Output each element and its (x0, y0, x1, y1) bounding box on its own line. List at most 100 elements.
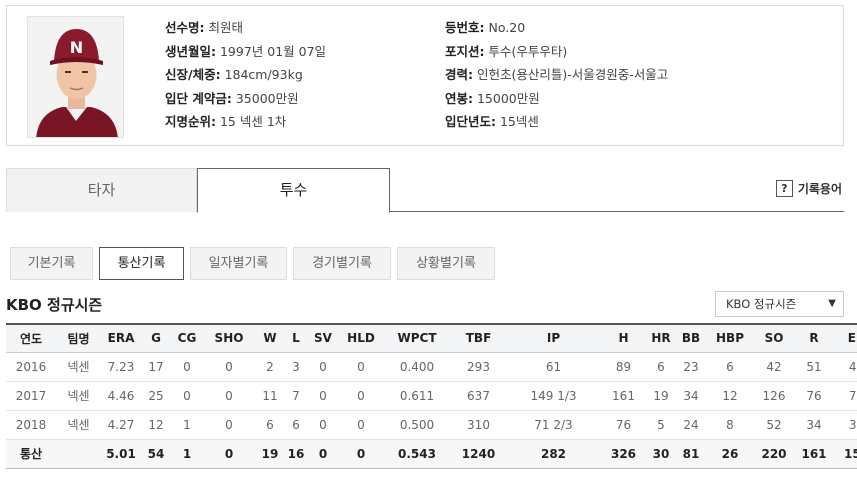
table-cell: 71 2/3 (506, 410, 601, 440)
table-cell: 24 (676, 410, 706, 440)
table-cell: 126 (754, 381, 794, 411)
column-header: 팀명 (56, 323, 101, 353)
season-select[interactable]: KBO 정규시즌 ▼ (715, 291, 844, 317)
table-cell: 0 (171, 352, 203, 382)
table-cell: 310 (451, 410, 506, 440)
table-cell: 19 (255, 439, 285, 469)
table-cell: 0 (203, 439, 255, 469)
column-header: ER (834, 323, 857, 353)
table-cell: 49 (834, 352, 857, 382)
table-row: 2017 넥센 4.46 25 0 0 11 7 0 0 0.611 637 149 1/3 161 19 3… (6, 381, 857, 411)
subtab-career[interactable]: 통산기록 (99, 247, 184, 280)
table-cell: 8 (706, 410, 754, 440)
table-cell: 0 (307, 410, 339, 440)
table-cell: 넥센 (56, 381, 101, 411)
table-cell: 0 (339, 381, 383, 411)
info-height-weight: 신장/체중: 184cm/93kg (165, 67, 303, 82)
glossary-link[interactable]: ? 기록용어 (775, 180, 842, 197)
table-cell: 2017 (6, 381, 56, 411)
table-cell: 61 (506, 352, 601, 382)
table-cell: 0 (339, 410, 383, 440)
table-cell: 293 (451, 352, 506, 382)
table-cell: 637 (451, 381, 506, 411)
season-title: KBO 정규시즌 (6, 296, 103, 314)
table-cell: 149 1/3 (506, 381, 601, 411)
table-cell: 2016 (6, 352, 56, 382)
pitching-stats-table: 연도 팀명 ERA G CG SHO W L SV HLD WPCT TBF IP H HR BB HBP SO R… (6, 323, 857, 469)
info-draft-rank: 지명순위: 15 넥센 1차 (165, 114, 287, 129)
table-cell: 74 (834, 381, 857, 411)
table-cell: 0.611 (383, 381, 451, 411)
tab-hitter[interactable]: 타자 (6, 168, 197, 212)
table-cell: 161 (601, 381, 646, 411)
table-cell: 26 (706, 439, 754, 469)
help-icon: ? (775, 180, 793, 197)
cap-logo: N (70, 38, 83, 57)
subtab-basic[interactable]: 기본기록 (10, 247, 93, 280)
table-row: 2018 넥센 4.27 12 1 0 6 6 0 0 0.500 310 71 2/3 76 5 24 8 52… (6, 410, 857, 440)
column-header: IP (506, 323, 601, 353)
table-cell: 0 (339, 352, 383, 382)
table-cell: 7 (285, 381, 307, 411)
table-cell: 6 (255, 410, 285, 440)
table-cell: 0 (339, 439, 383, 469)
table-cell: 0 (307, 439, 339, 469)
table-cell: 161 (794, 439, 834, 469)
info-back-number: 등번호: No.20 (445, 20, 526, 35)
season-select-value: KBO 정규시즌 (726, 297, 797, 311)
glossary-label: 기록용어 (797, 182, 842, 196)
table-cell: 0.500 (383, 410, 451, 440)
table-cell: 34 (834, 410, 857, 440)
column-header: R (794, 323, 834, 353)
table-cell: 5.01 (101, 439, 141, 469)
table-cell: 76 (794, 381, 834, 411)
player-photo: N (27, 16, 124, 138)
table-cell: 6 (706, 352, 754, 382)
info-entry-year: 입단년도: 15넥센 (445, 114, 539, 129)
subtab-game[interactable]: 경기별기록 (293, 247, 391, 280)
main-tabs: 타자 투수 ? 기록용어 (6, 168, 844, 213)
table-cell: 89 (601, 352, 646, 382)
table-cell: 5 (646, 410, 676, 440)
table-cell: 0 (203, 352, 255, 382)
info-career: 경력: 인헌초(용산리틀)-서울경원중-서울고 (445, 67, 669, 82)
table-cell: 4.27 (101, 410, 141, 440)
column-header: 연도 (6, 323, 56, 353)
subtab-daily[interactable]: 일자별기록 (190, 247, 287, 280)
table-cell: 76 (601, 410, 646, 440)
table-cell: 16 (285, 439, 307, 469)
column-header: CG (171, 323, 203, 353)
table-cell: 157 (834, 439, 857, 469)
table-cell: 11 (255, 381, 285, 411)
table-cell: 0.400 (383, 352, 451, 382)
table-cell: 42 (754, 352, 794, 382)
table-cell: 0 (203, 410, 255, 440)
table-cell: 0 (307, 381, 339, 411)
table-cell: 3 (285, 352, 307, 382)
table-cell: 17 (141, 352, 171, 382)
column-header: ERA (101, 323, 141, 353)
table-cell: 2018 (6, 410, 56, 440)
table-cell: 넥센 (56, 410, 101, 440)
table-row: 2016넥센7.23170023000.40029361896236425149 (6, 352, 857, 382)
info-signing-bonus: 입단 계약금: 35000만원 (165, 90, 299, 106)
table-cell: 0 (307, 352, 339, 382)
table-cell: 1 (171, 439, 203, 469)
table-cell: 12 (141, 410, 171, 440)
table-cell: 2 (255, 352, 285, 382)
column-header: SHO (203, 323, 255, 353)
profile-info-right: 등번호: No.20 포지션: 투수(우투우타) 경력: 인헌초(용산리틀)-서… (445, 16, 668, 134)
table-cell: 34 (794, 410, 834, 440)
column-header: SV (307, 323, 339, 353)
subtab-situation[interactable]: 상황별기록 (397, 247, 495, 280)
table-cell: 81 (676, 439, 706, 469)
table-cell: 51 (794, 352, 834, 382)
table-cell: 326 (601, 439, 646, 469)
table-header-row: 연도 팀명 ERA G CG SHO W L SV HLD WPCT TBF IP H HR BB HBP SO R… (6, 323, 857, 353)
table-cell: 0 (171, 381, 203, 411)
column-header: L (285, 323, 307, 353)
table-cell: 25 (141, 381, 171, 411)
info-player-name: 선수명: 최원태 (165, 20, 243, 35)
tab-pitcher[interactable]: 투수 (197, 168, 390, 213)
table-cell: 6 (285, 410, 307, 440)
